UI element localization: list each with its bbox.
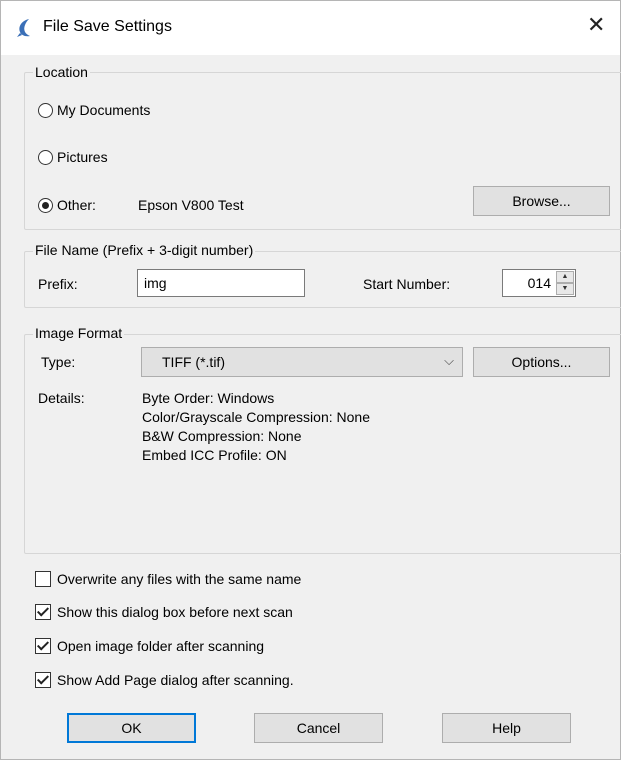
start-number-stepper[interactable]: 014 ▲ ▼ xyxy=(502,269,576,297)
file-save-settings-dialog: File Save Settings ✕ Location My Documen… xyxy=(0,0,621,760)
radio-pictures[interactable]: Pictures xyxy=(38,149,108,165)
radio-my-documents[interactable]: My Documents xyxy=(38,102,150,118)
checkbox-label: Overwrite any files with the same name xyxy=(57,571,302,587)
options-button[interactable]: Options... xyxy=(473,347,610,377)
checkbox-label: Show this dialog box before next scan xyxy=(57,604,293,620)
overwrite-files-check[interactable]: Overwrite any files with the same name xyxy=(35,571,301,587)
prefix-label: Prefix: xyxy=(38,276,78,292)
show-dialog-check[interactable]: Show this dialog box before next scan xyxy=(35,604,293,620)
file-name-legend: File Name (Prefix + 3-digit number) xyxy=(33,242,256,258)
browse-button[interactable]: Browse... xyxy=(473,186,610,216)
start-number-value: 014 xyxy=(527,275,551,291)
start-number-label: Start Number: xyxy=(363,276,451,292)
type-dropdown[interactable]: TIFF (*.tif) ⌵ xyxy=(141,347,463,377)
stepper-down-icon[interactable]: ▼ xyxy=(556,283,574,295)
location-legend: Location xyxy=(33,64,90,80)
radio-button[interactable] xyxy=(38,149,53,165)
epson-scan-icon xyxy=(17,19,30,37)
cancel-button[interactable]: Cancel xyxy=(254,713,383,743)
stepper-buttons: ▲ ▼ xyxy=(556,271,574,295)
radio-button[interactable] xyxy=(38,102,53,118)
other-folder-value: Epson V800 Test xyxy=(138,197,244,213)
checkbox[interactable] xyxy=(35,638,51,654)
ok-button[interactable]: OK xyxy=(67,713,196,743)
window-title: File Save Settings xyxy=(43,18,172,35)
radio-label: My Documents xyxy=(57,102,151,118)
checkbox[interactable] xyxy=(35,571,51,587)
detail-line: Embed ICC Profile: ON xyxy=(142,447,287,463)
detail-line: Byte Order: Windows xyxy=(142,390,275,406)
close-icon[interactable]: ✕ xyxy=(587,14,605,36)
checkbox-label: Show Add Page dialog after scanning. xyxy=(57,672,294,688)
type-label: Type: xyxy=(41,354,76,370)
help-button[interactable]: Help xyxy=(442,713,571,743)
details-label: Details: xyxy=(38,390,85,406)
show-add-page-check[interactable]: Show Add Page dialog after scanning. xyxy=(35,672,294,688)
format-details: Byte Order: Windows Color/Grayscale Comp… xyxy=(142,389,370,465)
checkbox[interactable] xyxy=(35,672,51,688)
checkbox[interactable] xyxy=(35,604,51,620)
title-bar: File Save Settings ✕ xyxy=(1,1,620,55)
chevron-down-icon: ⌵ xyxy=(444,353,454,368)
prefix-input[interactable] xyxy=(137,269,305,297)
open-folder-check[interactable]: Open image folder after scanning xyxy=(35,638,264,654)
checkbox-label: Open image folder after scanning xyxy=(57,638,265,654)
stepper-up-icon[interactable]: ▲ xyxy=(556,271,574,283)
image-format-legend: Image Format xyxy=(33,325,125,341)
radio-label: Other: xyxy=(57,197,96,213)
radio-button[interactable] xyxy=(38,197,53,213)
detail-line: Color/Grayscale Compression: None xyxy=(142,409,370,425)
detail-line: B&W Compression: None xyxy=(142,428,302,444)
radio-other[interactable]: Other: xyxy=(38,197,96,213)
type-selected-value: TIFF (*.tif) xyxy=(162,354,225,370)
radio-label: Pictures xyxy=(57,149,108,165)
